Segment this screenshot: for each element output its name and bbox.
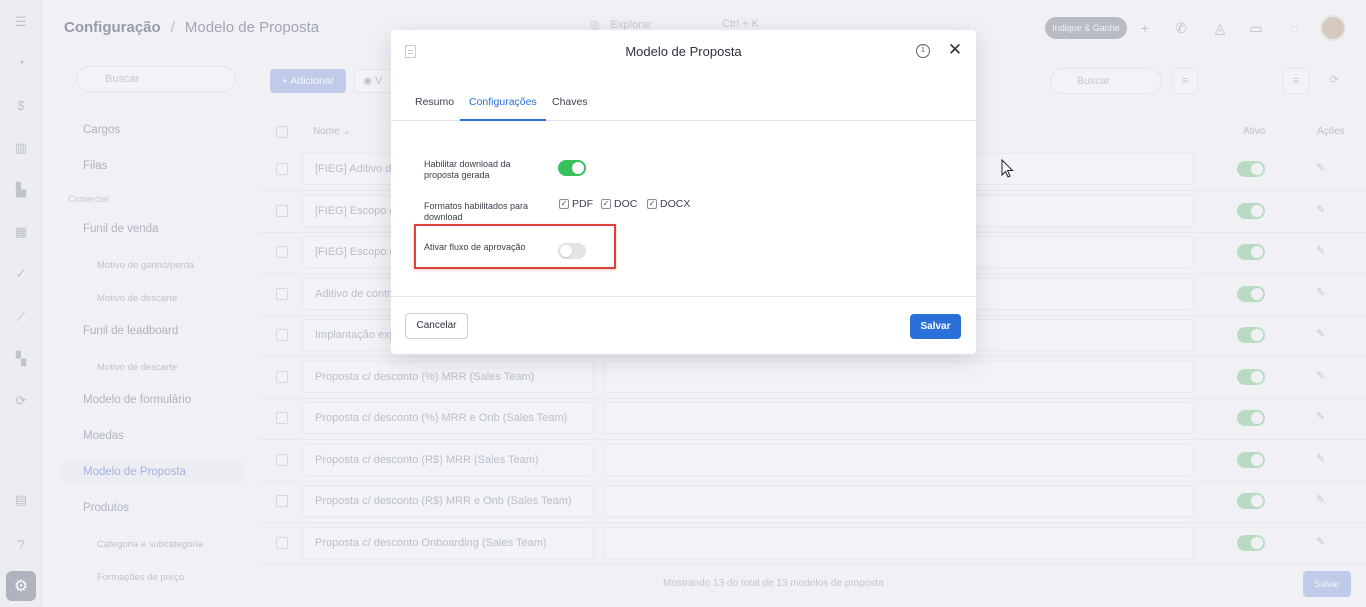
proposal-settings-modal: Modelo de Proposta i ✕ Resumo Configuraç…: [391, 30, 976, 354]
format-docx-checkbox[interactable]: ✓ DOCX: [647, 198, 690, 210]
format-doc-label: DOC: [614, 198, 638, 210]
modal-footer-divider: [391, 296, 976, 297]
close-icon[interactable]: ✕: [947, 40, 963, 60]
approval-field-label: Ativar fluxo de aprovação: [424, 242, 526, 252]
info-icon[interactable]: i: [916, 44, 930, 58]
save-button[interactable]: Salvar: [910, 314, 961, 339]
tab-resumo[interactable]: Resumo: [415, 96, 454, 121]
format-pdf-checkbox[interactable]: ✓ PDF: [559, 198, 593, 210]
tab-configuracoes[interactable]: Configurações: [460, 96, 546, 121]
mouse-cursor-icon: [1001, 159, 1014, 178]
format-doc-checkbox[interactable]: ✓ DOC: [601, 198, 637, 210]
format-pdf-label: PDF: [572, 198, 593, 210]
download-toggle[interactable]: [558, 160, 586, 176]
format-docx-label: DOCX: [660, 198, 691, 210]
checkmark-icon: ✓: [559, 199, 569, 209]
approval-toggle[interactable]: [558, 243, 586, 259]
modal-tabs: Resumo Configurações Chaves: [391, 90, 976, 121]
checkmark-icon: ✓: [647, 199, 657, 209]
checkmark-icon: ✓: [601, 199, 611, 209]
formats-field-label: Formatos habilitados para download: [424, 201, 529, 222]
tab-chaves[interactable]: Chaves: [552, 96, 588, 121]
modal-title: Modelo de Proposta: [625, 44, 742, 59]
download-field-label: Habilitar download da proposta gerada: [424, 159, 511, 180]
cancel-button[interactable]: Cancelar: [405, 313, 468, 339]
